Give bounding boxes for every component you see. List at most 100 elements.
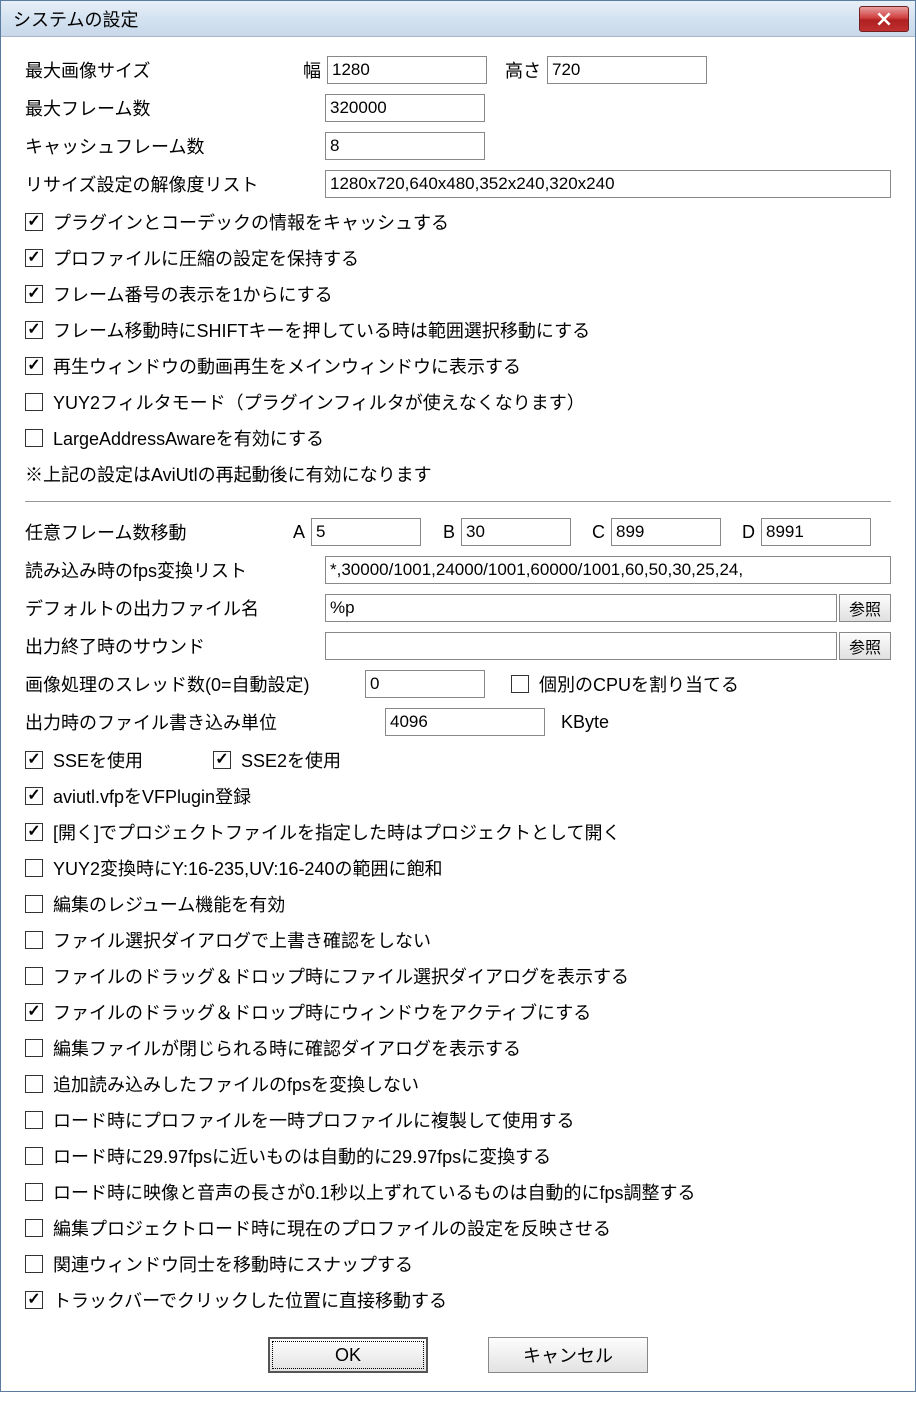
close-icon — [877, 12, 891, 26]
s2-cb-row-4: ファイル選択ダイアログで上書き確認をしない — [25, 925, 891, 955]
s2-cb-checkbox-13[interactable] — [25, 1255, 43, 1273]
s2-cb-checkbox-3[interactable] — [25, 895, 43, 913]
s2-cb-label-8[interactable]: 追加読み込みしたファイルのfpsを変換しない — [53, 1071, 419, 1097]
default-output-input[interactable] — [325, 594, 837, 622]
s2-cb-label-9[interactable]: ロード時にプロファイルを一時プロファイルに複製して使用する — [53, 1107, 574, 1133]
browse-output-button[interactable]: 参照 — [839, 594, 891, 622]
s1-cb-label-0[interactable]: プラグインとコーデックの情報をキャッシュする — [53, 209, 449, 235]
close-button[interactable] — [859, 6, 909, 32]
s2-cb-label-11[interactable]: ロード時に映像と音声の長さが0.1秒以上ずれているものは自動的にfps調整する — [53, 1179, 696, 1205]
s2-cb-row-6: ファイルのドラッグ＆ドロップ時にウィンドウをアクティブにする — [25, 997, 891, 1027]
s1-cb-row-6: LargeAddressAwareを有効にする — [25, 423, 891, 453]
cpu-assign-checkbox[interactable] — [511, 675, 529, 693]
dialog-buttons: OK キャンセル — [25, 1337, 891, 1373]
s2-cb-row-9: ロード時にプロファイルを一時プロファイルに複製して使用する — [25, 1105, 891, 1135]
s2-cb-label-10[interactable]: ロード時に29.97fpsに近いものは自動的に29.97fpsに変換する — [53, 1143, 551, 1169]
s2-cb-checkbox-5[interactable] — [25, 967, 43, 985]
sse2-label[interactable]: SSE2を使用 — [241, 747, 341, 773]
settings-dialog: システムの設定 最大画像サイズ 幅 高さ 最大フレーム数 キャッシュフレーム数 … — [0, 0, 916, 1392]
s1-cb-checkbox-1[interactable] — [25, 249, 43, 267]
browse-sound-button[interactable]: 参照 — [839, 632, 891, 660]
sse-checkbox[interactable] — [25, 751, 43, 769]
s1-cb-checkbox-6[interactable] — [25, 429, 43, 447]
s1-cb-label-2[interactable]: フレーム番号の表示を1からにする — [53, 281, 333, 307]
s1-cb-row-4: 再生ウィンドウの動画再生をメインウィンドウに表示する — [25, 351, 891, 381]
s2-cb-row-14: トラックバーでクリックした位置に直接移動する — [25, 1285, 891, 1315]
s1-cb-row-0: プラグインとコーデックの情報をキャッシュする — [25, 207, 891, 237]
window-title: システムの設定 — [13, 6, 138, 32]
s2-cb-label-14[interactable]: トラックバーでクリックした位置に直接移動する — [53, 1287, 447, 1313]
s2-cb-row-12: 編集プロジェクトロード時に現在のプロファイルの設定を反映させる — [25, 1213, 891, 1243]
s1-cb-label-3[interactable]: フレーム移動時にSHIFTキーを押している時は範囲選択移動にする — [53, 317, 590, 343]
s2-cb-checkbox-12[interactable] — [25, 1219, 43, 1237]
end-sound-input[interactable] — [325, 632, 837, 660]
s1-cb-row-3: フレーム移動時にSHIFTキーを押している時は範囲選択移動にする — [25, 315, 891, 345]
s2-cb-checkbox-0[interactable] — [25, 787, 43, 805]
write-unit-input[interactable] — [385, 708, 545, 736]
section1-checkboxes: プラグインとコーデックの情報をキャッシュするプロファイルに圧縮の設定を保持するフ… — [25, 207, 891, 453]
s2-cb-checkbox-6[interactable] — [25, 1003, 43, 1021]
height-label: 高さ — [505, 57, 541, 83]
s2-cb-checkbox-7[interactable] — [25, 1039, 43, 1057]
s1-cb-checkbox-2[interactable] — [25, 285, 43, 303]
s1-cb-label-5[interactable]: YUY2フィルタモード（プラグインフィルタが使えなくなります） — [53, 389, 585, 415]
s1-cb-row-2: フレーム番号の表示を1からにする — [25, 279, 891, 309]
sse2-checkbox[interactable] — [213, 751, 231, 769]
s1-cb-checkbox-3[interactable] — [25, 321, 43, 339]
height-input[interactable] — [547, 56, 707, 84]
s2-cb-checkbox-8[interactable] — [25, 1075, 43, 1093]
threads-input[interactable] — [365, 670, 485, 698]
s2-cb-row-13: 関連ウィンドウ同士を移動時にスナップする — [25, 1249, 891, 1279]
s2-cb-row-11: ロード時に映像と音声の長さが0.1秒以上ずれているものは自動的にfps調整する — [25, 1177, 891, 1207]
jump-d-input[interactable] — [761, 518, 871, 546]
s1-cb-checkbox-4[interactable] — [25, 357, 43, 375]
s2-cb-checkbox-4[interactable] — [25, 931, 43, 949]
s2-cb-label-2[interactable]: YUY2変換時にY:16-235,UV:16-240の範囲に飽和 — [53, 855, 442, 881]
write-unit-label: 出力時のファイル書き込み単位 — [25, 709, 385, 735]
max-frames-label: 最大フレーム数 — [25, 95, 325, 121]
s2-cb-row-2: YUY2変換時にY:16-235,UV:16-240の範囲に飽和 — [25, 853, 891, 883]
s1-cb-label-4[interactable]: 再生ウィンドウの動画再生をメインウィンドウに表示する — [53, 353, 521, 379]
titlebar: システムの設定 — [1, 1, 915, 37]
s2-cb-row-8: 追加読み込みしたファイルのfpsを変換しない — [25, 1069, 891, 1099]
jump-frames-label: 任意フレーム数移動 — [25, 519, 283, 545]
s2-cb-label-6[interactable]: ファイルのドラッグ＆ドロップ時にウィンドウをアクティブにする — [53, 999, 591, 1025]
s1-cb-checkbox-5[interactable] — [25, 393, 43, 411]
s2-cb-label-13[interactable]: 関連ウィンドウ同士を移動時にスナップする — [53, 1251, 413, 1277]
s2-cb-checkbox-1[interactable] — [25, 823, 43, 841]
sse-label[interactable]: SSEを使用 — [53, 747, 213, 773]
s2-cb-checkbox-10[interactable] — [25, 1147, 43, 1165]
s2-cb-label-4[interactable]: ファイル選択ダイアログで上書き確認をしない — [53, 927, 431, 953]
cpu-assign-label[interactable]: 個別のCPUを割り当てる — [539, 671, 739, 697]
fps-list-input[interactable] — [325, 556, 891, 584]
s2-cb-checkbox-11[interactable] — [25, 1183, 43, 1201]
jump-b-input[interactable] — [461, 518, 571, 546]
s2-cb-row-3: 編集のレジューム機能を有効 — [25, 889, 891, 919]
s2-cb-checkbox-14[interactable] — [25, 1291, 43, 1309]
s1-cb-label-6[interactable]: LargeAddressAwareを有効にする — [53, 425, 324, 451]
s2-cb-label-1[interactable]: [開く]でプロジェクトファイルを指定した時はプロジェクトとして開く — [53, 819, 620, 845]
max-image-size-label: 最大画像サイズ — [25, 57, 285, 83]
s2-cb-row-0: aviutl.vfpをVFPlugin登録 — [25, 781, 891, 811]
jump-c-input[interactable] — [611, 518, 721, 546]
s2-cb-label-12[interactable]: 編集プロジェクトロード時に現在のプロファイルの設定を反映させる — [53, 1215, 611, 1241]
s2-cb-label-5[interactable]: ファイルのドラッグ＆ドロップ時にファイル選択ダイアログを表示する — [53, 963, 629, 989]
ok-button[interactable]: OK — [268, 1337, 428, 1373]
s1-cb-label-1[interactable]: プロファイルに圧縮の設定を保持する — [53, 245, 359, 271]
jump-c-label: C — [583, 522, 605, 543]
dialog-content: 最大画像サイズ 幅 高さ 最大フレーム数 キャッシュフレーム数 リサイズ設定の解… — [1, 37, 915, 1391]
max-frames-input[interactable] — [325, 94, 485, 122]
cache-frames-label: キャッシュフレーム数 — [25, 133, 325, 159]
s2-cb-label-3[interactable]: 編集のレジューム機能を有効 — [53, 891, 285, 917]
s2-cb-label-7[interactable]: 編集ファイルが閉じられる時に確認ダイアログを表示する — [53, 1035, 521, 1061]
s1-cb-checkbox-0[interactable] — [25, 213, 43, 231]
s2-cb-checkbox-9[interactable] — [25, 1111, 43, 1129]
s2-cb-checkbox-2[interactable] — [25, 859, 43, 877]
cancel-button[interactable]: キャンセル — [488, 1337, 648, 1373]
width-input[interactable] — [327, 56, 487, 84]
cache-frames-input[interactable] — [325, 132, 485, 160]
jump-a-input[interactable] — [311, 518, 421, 546]
resize-list-input[interactable] — [325, 170, 891, 198]
s2-cb-label-0[interactable]: aviutl.vfpをVFPlugin登録 — [53, 783, 251, 809]
s2-cb-row-10: ロード時に29.97fpsに近いものは自動的に29.97fpsに変換する — [25, 1141, 891, 1171]
